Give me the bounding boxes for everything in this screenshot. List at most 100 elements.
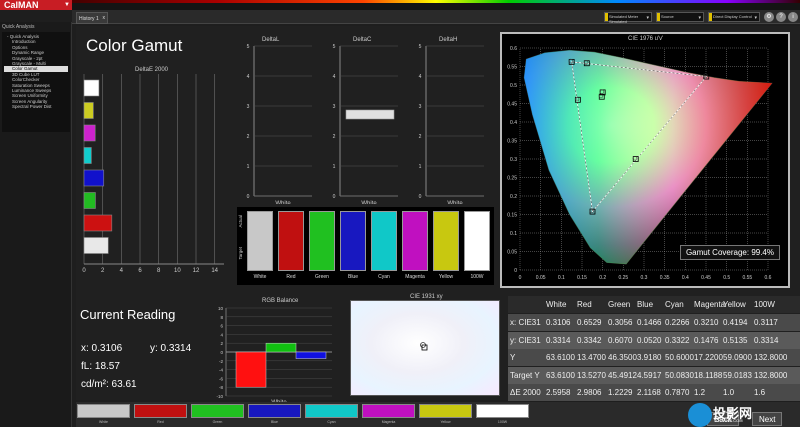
watermark-logo <box>688 403 712 427</box>
cie-x-tick: 0 <box>519 275 522 281</box>
table-cell: 13.5270 <box>577 370 606 380</box>
workflow-tree[interactable]: - Quick Analysis Introduction Options Dynam… <box>2 32 70 132</box>
reading-fl: fL: 18.57 <box>81 361 120 372</box>
cie-y-tick: 0.25 <box>507 176 517 182</box>
cie-x-tick: 0.5 <box>723 275 730 281</box>
bottom-swatch-label: Cyan <box>327 420 336 424</box>
bottom-swatch-label: Red <box>157 420 164 424</box>
info-icon[interactable]: i <box>788 12 798 22</box>
bottom-swatch-white[interactable] <box>77 404 130 418</box>
cie-x-tick: 0.05 <box>536 275 546 281</box>
delta-tick: 2 <box>419 134 422 140</box>
deltae-chart-title: DeltaE 2000 <box>135 67 169 73</box>
table-cell: 2.5958 <box>546 388 571 397</box>
reading-y: y: 0.3314 <box>150 343 192 354</box>
swatch-cyan <box>371 211 397 271</box>
tab-history-1[interactable]: History 1x <box>76 12 108 24</box>
help-icon[interactable]: ? <box>776 12 786 22</box>
rgb-balance-chart: 1086420-2-4-6-8-10White <box>216 306 332 404</box>
next-button[interactable]: Next <box>752 412 783 426</box>
sidebar-item[interactable]: Spectral Power Dist <box>4 104 68 109</box>
bottom-swatch-label: White <box>99 420 108 424</box>
table-cell: 0.2266 <box>665 318 690 327</box>
rgb-tick: -4 <box>219 368 223 373</box>
delta-xlabel: White <box>447 201 463 204</box>
close-tab-icon[interactable]: x <box>103 15 106 21</box>
cie-x-tick: 0.4 <box>682 275 689 281</box>
deltae-bar-yellow <box>83 102 94 119</box>
deltae-bar-white <box>83 237 109 254</box>
app-logo[interactable]: CalMAN ▼ <box>0 0 72 10</box>
table-cell: 0.1476 <box>694 335 719 345</box>
table-cell: 1.2 <box>694 388 706 397</box>
meter-dropdown[interactable]: Simulated Meter Simulated ▾ <box>604 12 652 24</box>
bottom-swatch-100w[interactable] <box>476 404 529 418</box>
delta-tick: 2 <box>247 134 250 140</box>
deltae-bar-green <box>83 192 96 209</box>
bottom-swatch-red[interactable] <box>134 404 187 418</box>
display-control-dropdown[interactable]: Direct Display Control ▾ <box>708 12 760 22</box>
deltae-tick: 12 <box>193 268 200 274</box>
swatch-magenta <box>402 211 428 271</box>
table-cell: 0.6070 <box>608 335 633 345</box>
table-row: ΔE 2000 2.5958 2.9806 1.2229 2.1168 0.7870 1.2… <box>508 384 800 401</box>
delta-lch-charts: 5 4 3 2 1 0 White 5 4 3 2 1 0 White 5 4 3 2 1 0 White <box>247 44 484 204</box>
cie-x-tick: 0.25 <box>618 275 628 281</box>
source-dropdown[interactable]: Source ▾ <box>656 12 704 22</box>
watermark-sub: TOUYING.COM <box>714 418 743 423</box>
target-label: Target <box>238 247 243 260</box>
delta-tick: 3 <box>333 104 336 110</box>
rgb-tick: -6 <box>219 376 223 381</box>
table-cell: 2.1168 <box>637 388 661 397</box>
column-header: Cyan <box>665 300 684 309</box>
delta-tick: 4 <box>247 74 250 80</box>
cie-y-tick: 0.6 <box>510 46 517 52</box>
cie-y-tick: 0.45 <box>507 102 517 108</box>
table-cell: 0.5135 <box>723 335 748 345</box>
bottom-swatch-blue[interactable] <box>248 404 301 418</box>
gamut-coverage-label: Gamut Coverage: 99.4% <box>679 245 780 260</box>
table-cell: 0.3314 <box>546 335 571 345</box>
table-cell: 0.3106 <box>546 318 571 327</box>
table-cell: 0.3342 <box>577 335 602 345</box>
bottom-swatch-cyan[interactable] <box>305 404 358 418</box>
table-cell: 3.9180 <box>637 353 662 362</box>
table-cell: 0.6529 <box>577 318 602 327</box>
bottom-swatch-green[interactable] <box>191 404 244 418</box>
table-cell: 59.0900 <box>723 353 752 362</box>
deltae-tick: 6 <box>138 268 142 274</box>
menu-arrow-icon[interactable]: ▼ <box>64 0 70 10</box>
table-cell: 132.8000 <box>754 353 788 362</box>
swatch-label: Magenta <box>405 274 425 280</box>
rgb-tick: 2 <box>220 341 223 346</box>
settings-icon[interactable]: ⚙ <box>764 12 774 22</box>
swatch-blue <box>340 211 366 271</box>
spectral-locus-overlay <box>524 50 773 265</box>
table-cell: 45.4912 <box>608 370 637 380</box>
cie-y-tick: 0.35 <box>507 139 517 145</box>
chevron-down-icon: ▾ <box>698 15 701 21</box>
table-cell: 4.5917 <box>637 370 662 380</box>
table-row: y: CIE31 0.3314 0.3342 0.6070 0.0520 0.3322 0.… <box>508 331 800 349</box>
bottom-swatch-magenta[interactable] <box>362 404 415 418</box>
table-row: Y 63.6100 13.4700 46.3500 3.9180 50.6000 17.22… <box>508 349 800 366</box>
table-cell: 46.3500 <box>608 353 637 362</box>
rgb-bar-g <box>265 342 297 353</box>
cie-y-tick: 0.1 <box>510 231 517 237</box>
cie-y-tick: 0.3 <box>510 157 517 163</box>
reading-x: x: 0.3106 <box>81 343 123 354</box>
deltae-bar-100w <box>83 79 100 97</box>
cie-x-tick: 0.1 <box>558 275 565 281</box>
rainbow-strip <box>72 0 800 3</box>
deltae-tick: 0 <box>82 268 86 274</box>
actual-label: Actual <box>238 215 243 228</box>
swatch-label: Blue <box>347 274 358 280</box>
rgb-tick: 6 <box>220 324 223 329</box>
table-cell: 63.6100 <box>546 370 575 380</box>
delta-tick: 3 <box>419 104 422 110</box>
table-row: Target Y 63.6100 13.5270 45.4912 4.5917 50.08… <box>508 366 800 384</box>
table-cell: 0.3210 <box>694 318 719 327</box>
deltae-bar-cyan <box>83 147 92 164</box>
bottom-swatch-yellow[interactable] <box>419 404 472 418</box>
deltae-tick: 10 <box>174 268 181 274</box>
